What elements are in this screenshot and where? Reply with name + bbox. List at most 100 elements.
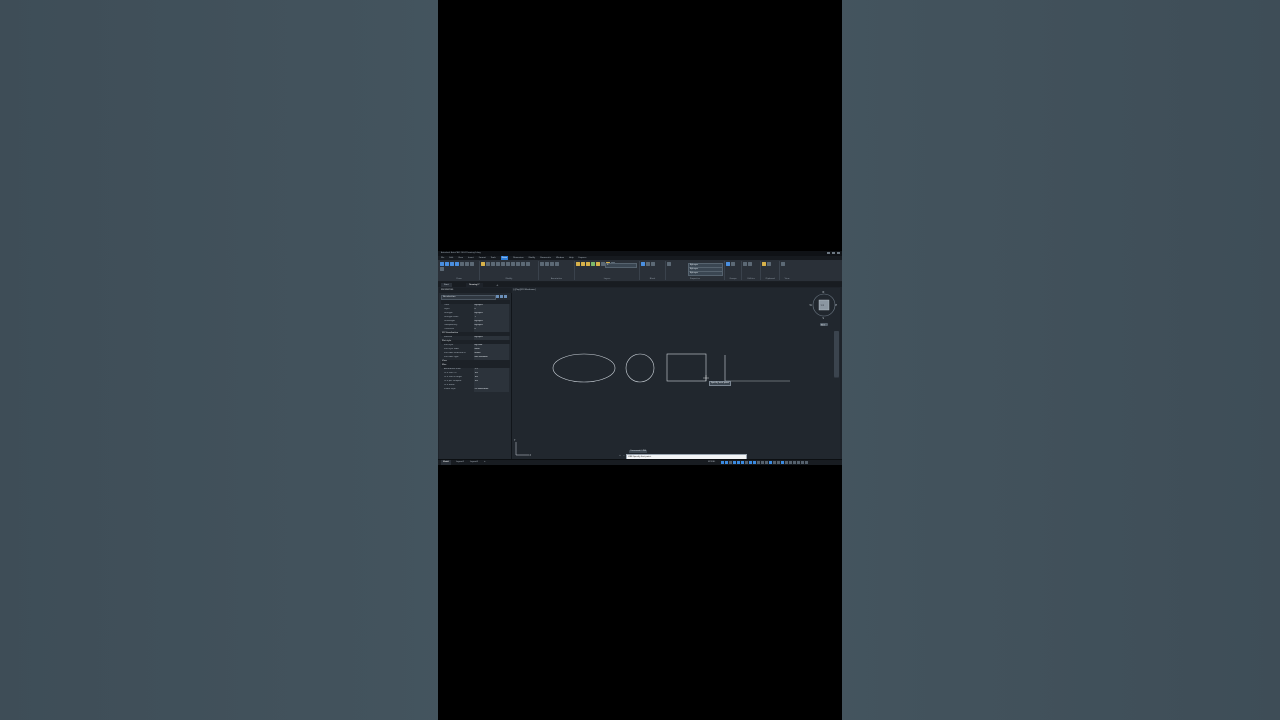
property-value[interactable]: None: [473, 348, 509, 352]
layout-tab-layout1[interactable]: Layout1: [454, 460, 466, 465]
customization-menu-icon[interactable]: [805, 461, 808, 464]
lineweight-icon[interactable]: [757, 461, 760, 464]
property-value[interactable]: 2D Wireframe: [473, 388, 509, 392]
misc-row[interactable]: UCS Name: [441, 384, 509, 388]
workspace-gear-icon[interactable]: [777, 461, 780, 464]
scale-tool-icon[interactable]: [516, 262, 520, 266]
property-value[interactable]: ByLayer: [473, 304, 509, 308]
units-icon[interactable]: [781, 461, 784, 464]
transparency-icon[interactable]: [761, 461, 764, 464]
ellipse-shape[interactable]: [552, 353, 616, 383]
view-base-icon[interactable]: [781, 262, 785, 266]
tab-start[interactable]: Start: [441, 283, 452, 287]
property-value[interactable]: Not available: [473, 356, 509, 360]
misc-row[interactable]: UCS icon On Yes: [441, 372, 509, 376]
insert-block-icon[interactable]: [641, 262, 645, 266]
object-snap-tracking-icon[interactable]: [749, 461, 752, 464]
polar-icon[interactable]: [741, 461, 744, 464]
property-value[interactable]: ByLayer: [473, 324, 509, 328]
copy-clip-icon[interactable]: [767, 262, 771, 266]
match-properties-icon[interactable]: [667, 262, 671, 266]
property-value[interactable]: [473, 384, 509, 388]
linetype-dropdown[interactable]: ByLayer: [688, 271, 723, 276]
property-value[interactable]: Yes: [473, 372, 509, 376]
spline-tool-icon[interactable]: [440, 267, 444, 271]
navigation-bar-panel[interactable]: [834, 331, 839, 377]
clean-screen-icon[interactable]: [801, 461, 804, 464]
array-tool-icon[interactable]: [521, 262, 525, 266]
object-snap-icon[interactable]: [753, 461, 756, 464]
circle-shape[interactable]: [625, 353, 655, 383]
measure-icon[interactable]: [743, 262, 747, 266]
plot-row[interactable]: Plot style table None: [441, 348, 509, 352]
group-icon[interactable]: [726, 262, 730, 266]
dimension-tool-icon[interactable]: [545, 262, 549, 266]
misc-row[interactable]: UCS per viewport Yes: [441, 380, 509, 384]
category-3d-visualization[interactable]: 3D Visualization: [441, 332, 510, 336]
close-icon[interactable]: [837, 252, 840, 254]
misc-row[interactable]: Annotation scale 1:1: [441, 368, 509, 372]
add-layout-button[interactable]: +: [482, 460, 488, 465]
isodraft-icon[interactable]: [745, 461, 748, 464]
edit-block-icon[interactable]: [651, 262, 655, 266]
property-value[interactable]: ByColor: [473, 344, 509, 348]
trim-tool-icon[interactable]: [491, 262, 495, 266]
general-row[interactable]: Linetype scale 1: [441, 316, 509, 320]
category-general[interactable]: [441, 300, 510, 304]
model-space-toggle[interactable]: MODEL: [706, 460, 717, 465]
maximize-icon[interactable]: [832, 252, 835, 254]
property-value[interactable]: Yes: [473, 380, 509, 384]
layout-tab-model[interactable]: Model: [441, 460, 452, 465]
fillet-tool-icon[interactable]: [506, 262, 510, 266]
quick-properties-icon[interactable]: [785, 461, 788, 464]
annotation-visibility-icon[interactable]: [769, 461, 772, 464]
polyline-tool-icon[interactable]: [445, 262, 449, 266]
layer-on-icon[interactable]: [591, 262, 595, 266]
plot-row[interactable]: Plot table type Not available: [441, 356, 509, 360]
category-plot-style[interactable]: Plot style: [441, 340, 510, 344]
selection-cycling-icon[interactable]: [765, 461, 768, 464]
layer-freeze-icon[interactable]: [581, 262, 585, 266]
copy-tool-icon[interactable]: [496, 262, 500, 266]
property-value[interactable]: ByLayer: [473, 336, 509, 340]
tab-drawing1[interactable]: Drawing1*: [466, 283, 483, 287]
grid-icon[interactable]: [721, 461, 724, 464]
quick-select-icon[interactable]: [504, 295, 507, 298]
property-value[interactable]: ByLayer: [473, 312, 509, 316]
table-tool-icon[interactable]: [555, 262, 559, 266]
ellipse-tool-icon[interactable]: [470, 262, 474, 266]
category-misc[interactable]: Misc: [441, 364, 510, 368]
property-value[interactable]: ByLayer: [473, 320, 509, 324]
line-tool-icon[interactable]: [440, 262, 444, 266]
toggle-pickadd-icon[interactable]: [496, 295, 499, 298]
erase-tool-icon[interactable]: [526, 262, 530, 266]
general-row[interactable]: Lineweight ByLayer: [441, 320, 509, 324]
dynamic-input-icon[interactable]: [733, 461, 736, 464]
general-row[interactable]: Layer 0: [441, 308, 509, 312]
calculator-icon[interactable]: [748, 262, 752, 266]
rotate-tool-icon[interactable]: [486, 262, 490, 266]
layer-lock-icon[interactable]: [586, 262, 590, 266]
arc-tool-icon[interactable]: [455, 262, 459, 266]
property-value[interactable]: Yes: [473, 376, 509, 380]
property-value[interactable]: 0: [473, 328, 509, 332]
ungroup-icon[interactable]: [731, 262, 735, 266]
paste-icon[interactable]: [762, 262, 766, 266]
mirror-tool-icon[interactable]: [501, 262, 505, 266]
rectangle-shape[interactable]: [666, 353, 707, 382]
material-row[interactable]: Material ByLayer: [441, 336, 509, 340]
general-row[interactable]: Transparency ByLayer: [441, 324, 509, 328]
category-view[interactable]: View: [441, 360, 510, 364]
property-value[interactable]: Model: [473, 352, 509, 356]
move-tool-icon[interactable]: [481, 262, 485, 266]
viewcube[interactable]: [812, 293, 836, 326]
property-value[interactable]: 1: [473, 316, 509, 320]
misc-row[interactable]: Visual Style 2D Wireframe: [441, 388, 509, 392]
stretch-tool-icon[interactable]: [511, 262, 515, 266]
create-block-icon[interactable]: [646, 262, 650, 266]
text-tool-icon[interactable]: [540, 262, 544, 266]
circle-tool-icon[interactable]: [450, 262, 454, 266]
layer-properties-icon[interactable]: [576, 262, 580, 266]
hardware-acceleration-icon[interactable]: [797, 461, 800, 464]
navigation-bar[interactable]: [834, 331, 839, 378]
